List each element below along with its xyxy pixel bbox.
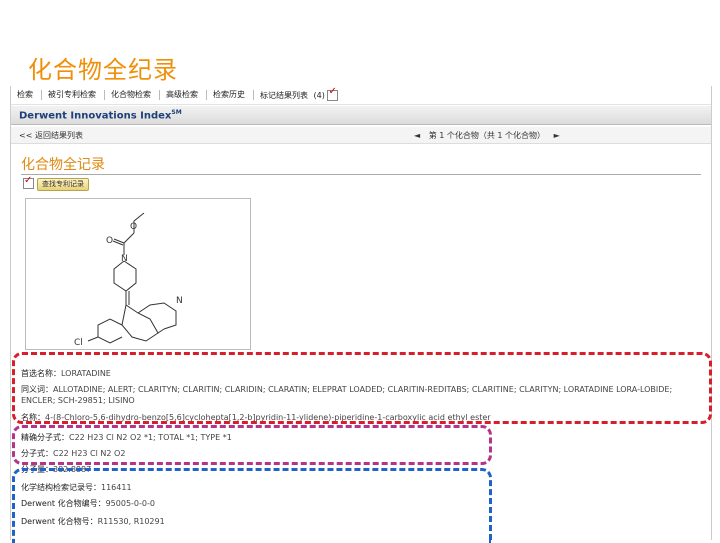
structure-drawing: O O N N Cl xyxy=(74,212,183,348)
highlight-names-box xyxy=(12,352,712,424)
nav-search-history[interactable]: 检索历史 xyxy=(207,90,254,100)
app-title-text: Derwent Innovations Index xyxy=(19,110,172,122)
slide-title: 化合物全纪录 xyxy=(28,56,178,84)
highlight-formula-box xyxy=(12,425,492,465)
atom-n-piperidine: N xyxy=(121,254,128,264)
app-title: Derwent Innovations IndexSM xyxy=(19,109,182,121)
atom-o-carbonyl: O xyxy=(106,236,113,246)
nav-search[interactable]: 检索 xyxy=(11,90,42,100)
nav-cited-patent-search[interactable]: 被引专利检索 xyxy=(42,90,105,100)
atom-n-pyridine: N xyxy=(176,296,183,306)
atom-o-ester: O xyxy=(130,222,137,232)
app-title-bar: Derwent Innovations IndexSM xyxy=(11,106,711,125)
nav-advanced-search[interactable]: 高级检索 xyxy=(160,90,207,100)
structure-image: O O N N Cl xyxy=(25,198,251,350)
nav-marked-list-label: 标记结果列表 xyxy=(260,90,308,100)
next-arrow-icon[interactable]: ► xyxy=(554,131,560,140)
nav-marked-count: (4) xyxy=(313,90,325,100)
checkmark-icon xyxy=(327,87,339,101)
record-title: 化合物全记录 xyxy=(21,157,105,173)
top-navigation: 检索 被引专利检索 化合物检索 高级检索 检索历史 标记结果列表 (4) xyxy=(11,86,711,105)
atom-cl: Cl xyxy=(74,338,83,348)
pager-text: 第 1 个化合物（共 1 个化合物） xyxy=(428,131,546,140)
divider xyxy=(21,174,701,175)
highlight-registry-box xyxy=(12,468,492,543)
result-navigation: << 返回结果列表 ◄ 第 1 个化合物（共 1 个化合物） ► xyxy=(11,127,711,144)
nav-marked-list[interactable]: 标记结果列表 (4) xyxy=(254,87,346,101)
back-to-results-link[interactable]: << 返回结果列表 xyxy=(19,130,83,141)
nav-compound-search[interactable]: 化合物检索 xyxy=(105,90,160,100)
pager: ◄ 第 1 个化合物（共 1 个化合物） ► xyxy=(411,130,563,141)
select-record-checkbox[interactable] xyxy=(23,175,34,189)
prev-arrow-icon[interactable]: ◄ xyxy=(414,131,420,140)
find-patent-records-button[interactable]: 查找专利记录 xyxy=(37,178,89,191)
app-title-sup: SM xyxy=(171,109,182,116)
